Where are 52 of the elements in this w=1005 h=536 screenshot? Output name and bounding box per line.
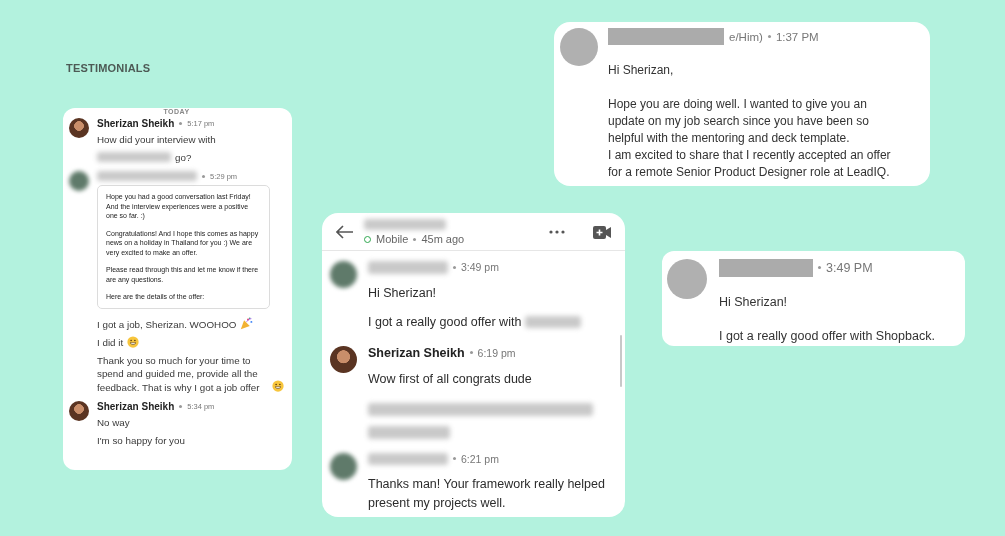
- message-text: I'm so happy for you: [97, 433, 186, 447]
- last-seen: 45m ago: [421, 233, 465, 245]
- avatar: [69, 118, 89, 138]
- message-text: go?: [175, 150, 192, 164]
- message-time: 6:21 pm: [461, 452, 499, 465]
- message-text: How did your interview with: [97, 133, 217, 147]
- separator-dot: [179, 405, 183, 408]
- scrollbar[interactable]: [620, 335, 622, 387]
- message-text: Thanks man! Your framework really helped present my projects well.: [368, 476, 606, 512]
- separator-dot: [453, 457, 456, 461]
- smiley-icon: [127, 335, 140, 348]
- avatar: [330, 345, 357, 373]
- sender-name: Sherizan Sheikh: [97, 401, 175, 412]
- more-icon[interactable]: [549, 230, 565, 234]
- separator-dot: [453, 265, 456, 269]
- back-arrow-icon[interactable]: [336, 225, 354, 239]
- message-text: Wow first of all congrats dude: [368, 370, 533, 388]
- separator-dot: [767, 35, 771, 38]
- message-text: I did it: [97, 336, 124, 350]
- message-time: 3:49 PM: [826, 260, 873, 275]
- message-text: I got a really good offer with Shopback.: [719, 327, 936, 345]
- separator-dot: [202, 174, 205, 178]
- message-text: I got a job, Sherizan. WOOHOO: [97, 318, 237, 332]
- separator-dot: [818, 266, 821, 270]
- message-time: 1:37 PM: [775, 30, 819, 43]
- avatar: [69, 401, 89, 421]
- smiley-icon: [272, 380, 284, 392]
- device-status: Mobile: [376, 233, 409, 245]
- message-text: I got a really good offer with: [368, 313, 522, 331]
- separator-dot: [469, 351, 473, 354]
- message-time: 3:49 pm: [461, 261, 499, 274]
- party-popper-icon: [240, 316, 254, 330]
- avatar: [667, 259, 707, 299]
- avatar: [330, 261, 357, 288]
- message-text: Hi Sherizan!: [368, 284, 438, 302]
- avatar: [69, 171, 89, 191]
- sender-name: Sherizan Sheikh: [368, 345, 465, 360]
- message-text: No way: [97, 416, 131, 430]
- section-heading: TESTIMONIALS: [66, 62, 151, 74]
- blurred-text: [525, 315, 582, 329]
- message-text: Hi Sherizan,: [608, 62, 675, 79]
- avatar: [560, 28, 598, 66]
- message-text: Thank you so much for your time to spend and guided me, provide all the feedback. That is why I got a job offer: [97, 353, 261, 394]
- sender-name: Sherizan Sheikh: [97, 118, 175, 129]
- separator-dot: [179, 122, 183, 125]
- video-call-icon[interactable]: [593, 225, 611, 239]
- sender-pronoun: e/Him): [729, 30, 763, 43]
- message-text: Hi Sherizan!: [719, 293, 789, 311]
- separator-dot: [413, 237, 417, 241]
- avatar: [330, 452, 357, 480]
- message-text: Hope you are doing well. I wanted to give you an update on my job search since you have been so helpful with the mentoring and deck template. I am excited to share that I recently accepted an offer for a remote Senior Product Designer role at LeadIQ.: [608, 96, 892, 181]
- message-time: 6:19 pm: [477, 346, 516, 359]
